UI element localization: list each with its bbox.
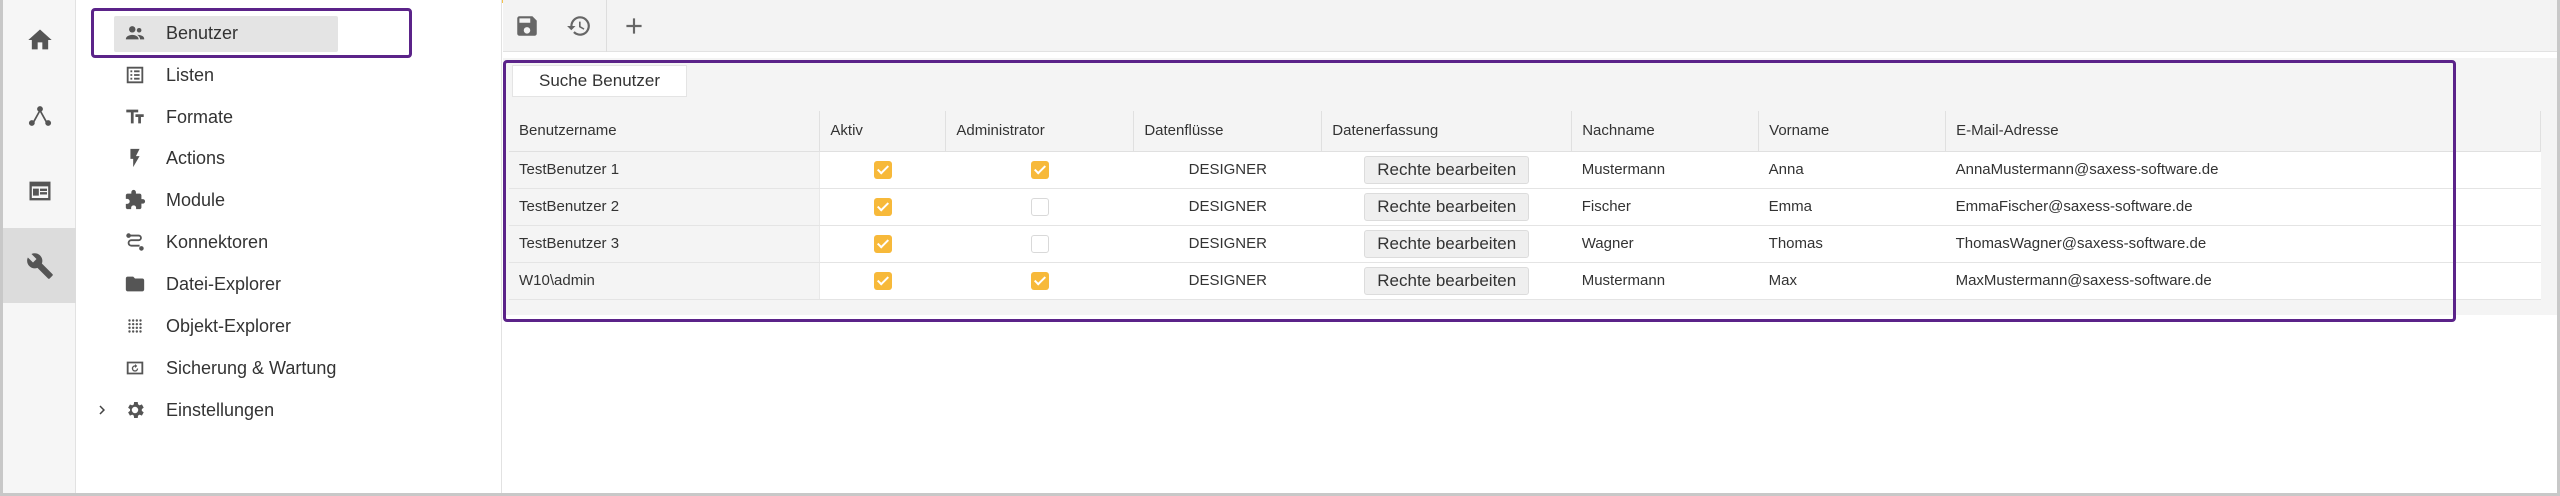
home-icon: [27, 29, 52, 49]
nav-item-label: Sicherung & Wartung: [166, 357, 337, 378]
nav-item-label: Actions: [166, 147, 226, 168]
backup-icon: [123, 356, 147, 380]
gear-icon: [123, 398, 147, 422]
nav-item-formate[interactable]: Formate: [77, 97, 502, 137]
nav-item-label: Module: [166, 189, 226, 210]
nav-item-konnektoren[interactable]: Konnektoren: [77, 222, 502, 262]
nav-item-label: Formate: [166, 106, 234, 127]
list-icon: [123, 63, 147, 87]
connector-icon: [123, 230, 147, 254]
reset-button[interactable]: [559, 6, 599, 46]
dataflow-icon: [28, 105, 51, 126]
rail-home-button[interactable]: [3, 2, 76, 77]
highlight-benutzer: [91, 8, 412, 58]
icon-rail: [3, 0, 76, 493]
rail-dataflow-button[interactable]: [3, 78, 76, 153]
plus-icon: [626, 18, 642, 34]
toolbar: [503, 0, 2557, 52]
highlight-users-table: [503, 60, 2456, 322]
admin-navigation: Benutzer Listen Formate Actions Module K…: [77, 0, 502, 493]
lightning-icon: [123, 146, 147, 170]
nav-item-label: Datei-Explorer: [166, 273, 282, 294]
puzzle-icon: [123, 188, 147, 212]
text-format-icon: [123, 105, 147, 129]
toolbar-separator: [606, 0, 607, 52]
add-button[interactable]: [614, 6, 654, 46]
nav-item-actions[interactable]: Actions: [77, 138, 502, 178]
save-icon: [517, 16, 537, 36]
nav-item-label: Einstellungen: [166, 399, 275, 420]
rail-form-button[interactable]: [3, 153, 76, 228]
chevron-right-icon[interactable]: [93, 401, 111, 419]
history-icon: [567, 16, 590, 36]
nav-item-listen[interactable]: Listen: [77, 55, 502, 95]
nav-item-datei-explorer[interactable]: Datei-Explorer: [77, 264, 502, 304]
nav-item-label: Listen: [166, 64, 215, 85]
nav-item-einstellungen[interactable]: Einstellungen: [77, 390, 502, 430]
form-icon: [29, 181, 50, 200]
nav-item-sicherung-wartung[interactable]: Sicherung & Wartung: [77, 348, 502, 388]
nav-item-objekt-explorer[interactable]: Objekt-Explorer: [77, 306, 502, 346]
nav-item-label: Objekt-Explorer: [166, 315, 292, 336]
rail-admin-button[interactable]: [3, 228, 76, 303]
save-button[interactable]: [507, 6, 547, 46]
nav-item-label: Konnektoren: [166, 231, 269, 252]
nav-item-module[interactable]: Module: [77, 180, 502, 220]
folder-icon: [123, 272, 147, 296]
wrench-icon: [26, 252, 53, 279]
dots-grid-icon: [123, 314, 147, 338]
